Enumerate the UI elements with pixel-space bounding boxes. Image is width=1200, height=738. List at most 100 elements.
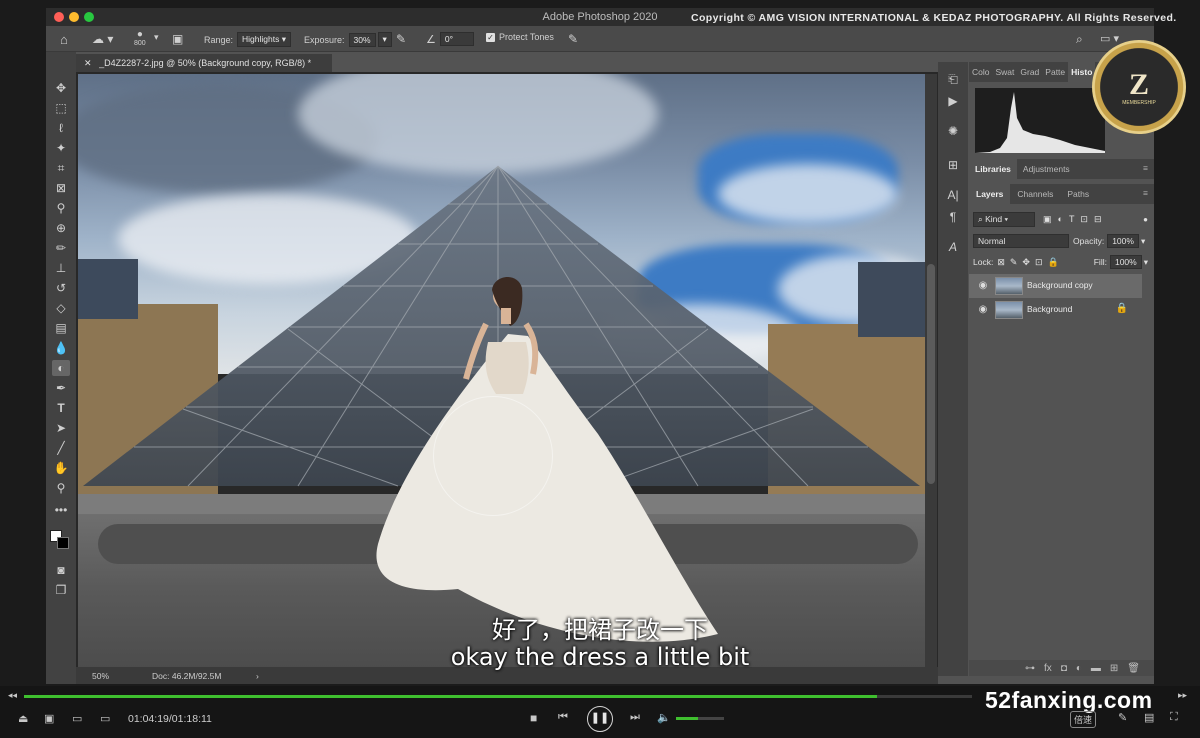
lasso-tool-icon[interactable]: ℓ [52, 120, 70, 136]
document-tab-title: _D4Z2287-2.jpg @ 50% (Background copy, R… [99, 58, 312, 68]
rewind-icon[interactable]: ◂◂ [8, 690, 17, 701]
dodge-tool-icon[interactable]: ◐ [52, 360, 70, 376]
brush-settings-panel-icon[interactable]: ✺ [946, 124, 960, 138]
doc-size[interactable]: Doc: 46.2M/92.5M [152, 671, 221, 681]
fullscreen-icon[interactable]: ⛶ [1170, 711, 1178, 724]
layer-thumbnail [995, 277, 1023, 295]
path-selection-tool-icon[interactable]: ➤ [52, 420, 70, 436]
angle-input[interactable]: 0° [439, 32, 474, 46]
eject-icon[interactable]: ⏏ [18, 712, 28, 725]
pause-button[interactable]: ❚❚ [587, 706, 613, 732]
blend-mode-value: Normal [978, 236, 1006, 246]
pressure-size-icon[interactable]: ✎ [568, 32, 578, 46]
history-panel-icon[interactable]: ⎗ [946, 72, 960, 86]
volume-slider[interactable] [676, 717, 724, 720]
glyphs-panel-icon[interactable]: A [946, 240, 960, 254]
volume-icon[interactable]: 🔈 [657, 711, 671, 724]
chapter-icon[interactable]: ▣ [44, 712, 54, 725]
playback-time: 01:04:19/01:18:11 [128, 713, 212, 725]
dodge-tool-preset-icon[interactable]: ☁ ▾ [92, 32, 113, 46]
channels-panel-icon[interactable]: ⊞ [946, 158, 960, 172]
opacity-dropdown[interactable]: ▾ [1141, 236, 1145, 247]
marquee-tool-icon[interactable]: ⬚ [52, 100, 70, 116]
lock-icons[interactable]: ⊠✎✥⊡🔒 [997, 257, 1063, 268]
tab-adjustments[interactable]: Adjustments [1017, 159, 1076, 179]
eyedropper-tool-icon[interactable]: ⚲ [52, 200, 70, 216]
filter-icons[interactable]: ▣◐T⊡⊟ [1043, 214, 1108, 225]
forward-icon[interactable]: ▸▸ [1178, 690, 1187, 701]
frame-tool-icon[interactable]: ⊠ [52, 180, 70, 196]
brush-settings-icon[interactable]: ▣ [172, 32, 183, 46]
blend-mode-select[interactable]: Normal [973, 234, 1069, 248]
exposure-dropdown[interactable]: ▾ [377, 32, 392, 47]
kind-filter-select[interactable]: ⌕ Kind ▾ [973, 211, 1035, 227]
panel-menu-icon[interactable]: ≡ [1137, 159, 1154, 179]
gradient-tool-icon[interactable]: ▤ [52, 320, 70, 336]
eraser-tool-icon[interactable]: ◇ [52, 300, 70, 316]
tab-swatches[interactable]: Swat [992, 62, 1017, 82]
home-icon[interactable]: ⌂ [60, 32, 68, 47]
actions-play-icon[interactable]: ▶ [946, 94, 960, 108]
brush-tool-icon[interactable]: ✏ [52, 240, 70, 256]
layer-background-copy[interactable]: ◉ Background copy [969, 274, 1142, 298]
next-icon[interactable]: ⏭ [630, 711, 640, 724]
line-tool-icon[interactable]: ╱ [52, 440, 70, 456]
libraries-panel-tabs: Libraries Adjustments ≡ [969, 159, 1154, 179]
type-tool-icon[interactable]: T [52, 400, 70, 416]
move-tool-icon[interactable]: ✥ [52, 80, 70, 96]
exposure-input[interactable]: 30% [348, 32, 376, 47]
document-tab[interactable]: ✕ _D4Z2287-2.jpg @ 50% (Background copy,… [76, 54, 332, 72]
previous-icon[interactable]: ⏮ [558, 711, 568, 724]
visibility-eye-icon[interactable]: ◉ [977, 304, 989, 316]
more-tools-icon[interactable]: ••• [52, 502, 70, 518]
brush-preset-picker[interactable]: ● 800 [134, 29, 146, 47]
paragraph-panel-icon[interactable]: ¶ [946, 210, 960, 224]
quick-mask-icon[interactable]: ◙ [52, 562, 70, 578]
search-icon[interactable]: ⌕ [1076, 32, 1083, 47]
protect-tones-checkbox[interactable]: ✓ [486, 32, 495, 42]
tab-libraries[interactable]: Libraries [969, 159, 1017, 179]
stop-icon[interactable]: ■ [530, 711, 537, 725]
tab-channels[interactable]: Channels [1010, 184, 1060, 204]
hand-tool-icon[interactable]: ✋ [52, 460, 70, 476]
clone-stamp-tool-icon[interactable]: ⊥ [52, 260, 70, 276]
tab-patterns[interactable]: Patte [1042, 62, 1068, 82]
history-brush-tool-icon[interactable]: ↺ [52, 280, 70, 296]
opacity-input[interactable]: 100% [1107, 234, 1139, 248]
chevron-down-icon[interactable]: ▾ [154, 32, 159, 43]
blur-tool-icon[interactable]: 💧 [52, 340, 70, 356]
pen-tool-icon[interactable]: ✒ [52, 380, 70, 396]
tab-layers[interactable]: Layers [969, 184, 1011, 204]
airbrush-icon[interactable]: ✎ [396, 32, 406, 46]
status-menu-arrow-icon[interactable]: › [256, 671, 259, 681]
tab-gradients[interactable]: Grad [1017, 62, 1042, 82]
tab-paths[interactable]: Paths [1060, 184, 1096, 204]
playback-speed-button[interactable]: 倍速 [1070, 711, 1097, 728]
tab-color[interactable]: Colo [969, 62, 992, 82]
workspace-icon[interactable]: ▭ ▾ [1100, 32, 1119, 45]
visibility-eye-icon[interactable]: ◉ [977, 280, 989, 292]
canvas-vertical-scrollbar[interactable] [925, 74, 937, 670]
screenshot-icon[interactable]: ▭ [100, 712, 110, 725]
document-canvas[interactable] [78, 74, 925, 670]
screen-mode-icon[interactable]: ❐ [52, 582, 70, 598]
background-color-swatch[interactable] [57, 537, 69, 549]
filter-toggle-icon[interactable]: ● [1143, 215, 1148, 224]
fill-dropdown[interactable]: ▾ [1144, 257, 1148, 268]
close-tab-icon[interactable]: ✕ [84, 58, 92, 68]
healing-brush-tool-icon[interactable]: ⊕ [52, 220, 70, 236]
scrollbar-thumb[interactable] [927, 264, 935, 484]
progress-bar[interactable] [24, 695, 972, 698]
subtitle-chinese: 好了，把裙子改一下 [492, 616, 708, 644]
range-select[interactable]: Highlights ▾ [237, 32, 291, 47]
layer-background[interactable]: ◉ Background 🔒 [969, 298, 1142, 322]
character-panel-icon[interactable]: A| [946, 188, 960, 202]
zoom-tool-icon[interactable]: ⚲ [52, 480, 70, 496]
subtitle-icon[interactable]: ▭ [72, 712, 82, 725]
fill-input[interactable]: 100% [1109, 255, 1142, 269]
magic-wand-tool-icon[interactable]: ✦ [52, 140, 70, 156]
zoom-level[interactable]: 50% [92, 671, 109, 681]
crop-tool-icon[interactable]: ⌗ [52, 160, 70, 176]
layers-panel-menu-icon[interactable]: ≡ [1137, 184, 1154, 204]
protect-tones-option[interactable]: ✓ Protect Tones [486, 32, 554, 42]
